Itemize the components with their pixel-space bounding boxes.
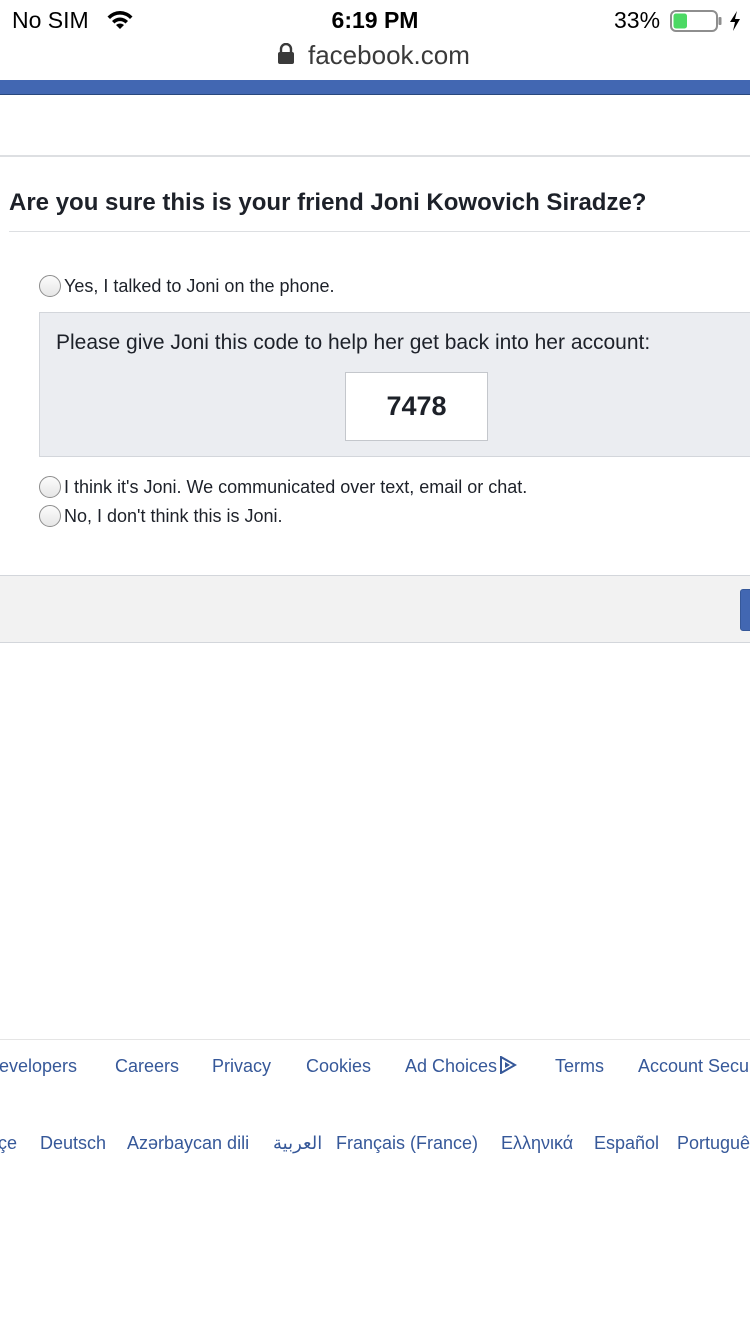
adchoices-icon [500,1056,518,1074]
divider [9,231,750,232]
language-link[interactable]: Português [677,1133,750,1154]
option-label: No, I don't think this is Joni. [64,505,283,526]
footer-link-ad-choices[interactable]: Ad Choices [405,1056,518,1077]
code-instructions: Please give Joni this code to help her g… [56,331,651,354]
option-label: I think it's Joni. We communicated over … [64,476,528,497]
footer-divider [0,1039,750,1040]
radio-button[interactable] [39,275,61,297]
language-link[interactable]: Azərbaycan dili [127,1133,249,1154]
status-bar: No SIM 6:19 PM 33% [0,0,750,40]
option-communicated-online[interactable]: I think it's Joni. We communicated over … [39,474,527,500]
language-link[interactable]: Español [594,1133,659,1154]
language-link[interactable]: Deutsch [40,1133,106,1154]
recovery-code: 7478 [345,372,488,441]
footer-link-terms[interactable]: Terms [555,1056,604,1077]
footer-link-account-security[interactable]: Account Security [638,1056,750,1077]
language-link[interactable]: Ελληνικά [501,1133,573,1154]
action-bar [0,575,750,643]
page: No SIM 6:19 PM 33% facebook.com Are you … [0,0,750,1334]
language-links: Türkçe Deutsch Azərbaycan dili العربية F… [0,1133,750,1161]
language-link[interactable]: Türkçe [0,1133,17,1154]
continue-button[interactable] [740,589,750,631]
language-link[interactable]: Français (France) [336,1133,478,1154]
battery-icon [670,10,722,32]
divider [0,155,750,157]
recovery-code-panel: Please give Joni this code to help her g… [39,312,750,457]
option-talked-on-phone[interactable]: Yes, I talked to Joni on the phone. [39,273,335,299]
option-label: Yes, I talked to Joni on the phone. [64,275,335,296]
radio-button[interactable] [39,505,61,527]
radio-button[interactable] [39,476,61,498]
facebook-header-bar [0,80,750,95]
footer-link-careers[interactable]: Careers [115,1056,179,1077]
option-not-joni[interactable]: No, I don't think this is Joni. [39,503,283,529]
browser-url-bar[interactable]: facebook.com [0,40,750,80]
footer-link-developers[interactable]: Developers [0,1056,77,1077]
language-link[interactable]: العربية [273,1133,322,1154]
battery-percent: 33% [614,7,661,33]
page-title: Are you sure this is your friend Joni Ko… [9,189,647,216]
footer-link-label: Ad Choices [405,1056,498,1076]
footer-links: Developers Careers Privacy Cookies Ad Ch… [0,1056,750,1084]
footer-link-cookies[interactable]: Cookies [306,1056,371,1077]
lock-icon [278,43,294,64]
charging-bolt-icon [730,11,740,31]
url-text: facebook.com [308,40,470,70]
footer-link-privacy[interactable]: Privacy [212,1056,271,1077]
